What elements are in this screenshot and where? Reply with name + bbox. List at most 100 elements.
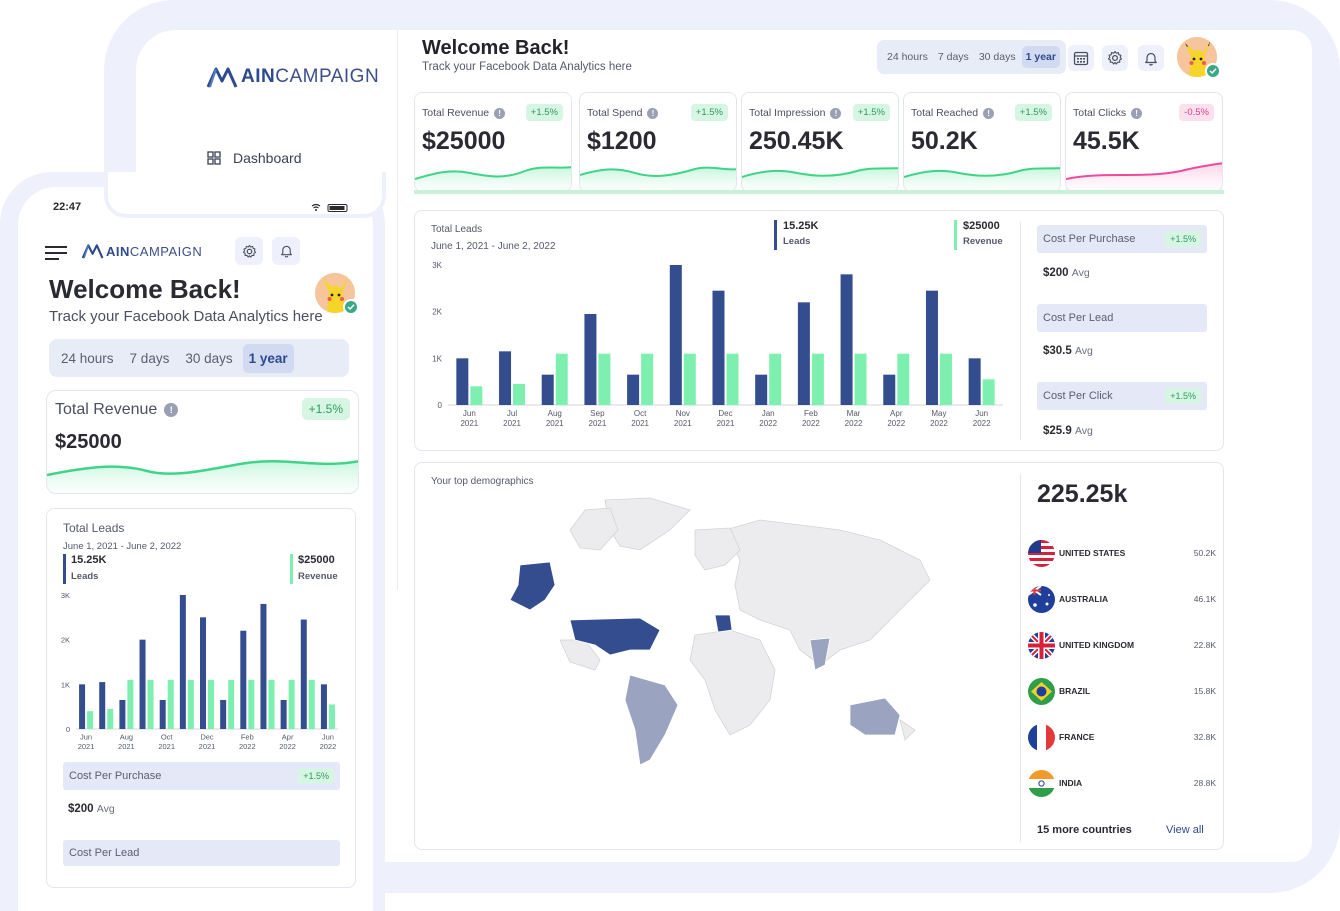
kpi-label: Total Clicks [1073, 107, 1127, 119]
settings-button[interactable] [1102, 45, 1128, 71]
sidebar-item-dashboard[interactable]: Dashboard [207, 150, 302, 166]
phone-user-avatar[interactable] [315, 273, 359, 315]
user-avatar[interactable] [1177, 37, 1221, 79]
metric-label: Cost Per Lead [1043, 312, 1114, 324]
country-row-india[interactable]: INDIA 28.8K [1028, 768, 1216, 798]
info-icon[interactable]: ! [494, 107, 506, 119]
phone-legend-revenue: $25000 Revenue [290, 554, 338, 584]
info-icon[interactable]: ! [1131, 107, 1143, 119]
x-tick-label: Jun [975, 409, 988, 418]
australia-shape [849, 697, 901, 736]
bar-leads [669, 265, 682, 405]
metric-value-cost-per-purchase: $200 Avg [1043, 267, 1090, 279]
world-map[interactable] [500, 490, 945, 765]
phone-settings-button[interactable] [235, 237, 263, 265]
hamburger-menu-icon[interactable] [45, 245, 67, 261]
metric-label: Cost Per Lead [69, 847, 140, 859]
bar-revenue [187, 679, 194, 729]
bar-leads [159, 699, 166, 729]
notifications-button[interactable] [1138, 45, 1164, 71]
sidebar-divider [397, 30, 398, 590]
kpi-card-total-revenue[interactable]: Total Revenue! +1.5% $25000 [414, 92, 572, 192]
phone-metric-cost-per-purchase[interactable]: Cost Per Purchase +1.5% [63, 762, 340, 790]
bar-leads [797, 302, 810, 405]
legend-label: Revenue [963, 236, 1003, 247]
demographics-title: Your top demographics [431, 476, 534, 487]
brand-text-light: CAMPAIGN [275, 66, 380, 87]
metric-cost-per-click[interactable]: Cost Per Click +1.5% [1037, 382, 1207, 410]
y-tick-label: 3K [432, 261, 442, 270]
range-1-year[interactable]: 1 year [1021, 46, 1060, 68]
kpi-card-total-clicks[interactable]: Total Clicks! -0.5% 45.5K [1065, 92, 1223, 192]
phone-notifications-button[interactable] [272, 237, 300, 265]
metric-label: Cost Per Purchase [1043, 233, 1136, 245]
calendar-button[interactable] [1068, 45, 1094, 71]
bar-leads [79, 684, 86, 729]
x-tick-label: Apr [890, 409, 903, 418]
country-row-united-kingdom[interactable]: UNITED KINGDOM 22.8K [1028, 630, 1216, 660]
kpi-label: Total Spend [587, 107, 643, 119]
info-icon[interactable]: ! [164, 403, 179, 417]
range-30-days[interactable]: 30 days [179, 344, 238, 373]
bar-leads [260, 603, 267, 729]
bar-leads [139, 639, 146, 729]
bar-revenue [328, 704, 335, 729]
france-shape [714, 614, 733, 633]
y-tick-label: 3K [61, 591, 70, 600]
bell-icon [280, 245, 292, 258]
range-1-year[interactable]: 1 year [242, 343, 294, 373]
bar-leads [179, 595, 186, 729]
info-icon[interactable]: ! [830, 107, 842, 119]
x-tick-label: Aug [120, 733, 133, 742]
kpi-sparkline [415, 166, 571, 191]
info-icon[interactable]: ! [983, 107, 995, 119]
bar-revenue [598, 353, 611, 405]
x-tick-label: 2021 [631, 419, 649, 428]
x-tick-label: Apr [282, 733, 294, 742]
bar-revenue [513, 384, 526, 405]
country-name: UNITED STATES [1059, 548, 1126, 558]
bar-revenue [982, 379, 995, 405]
bar-revenue [939, 353, 952, 405]
metric-badge: +1.5% [1165, 388, 1201, 404]
x-tick-label: 2022 [239, 742, 256, 751]
phone-metric-value: $200 Avg [68, 803, 115, 815]
info-icon[interactable]: ! [647, 107, 659, 119]
phone-revenue-card[interactable]: Total Revenue ! +1.5% $25000 [46, 390, 359, 494]
range-30-days[interactable]: 30 days [975, 46, 1020, 68]
range-7-days[interactable]: 7 days [124, 344, 176, 373]
brand-text-light: CAMPAIGN [129, 244, 203, 259]
phone-metric-cost-per-lead[interactable]: Cost Per Lead [63, 840, 340, 866]
fr-flag-icon [1028, 723, 1055, 751]
brand-m-icon [207, 67, 238, 88]
bar-revenue [726, 353, 739, 405]
x-tick-label: 2022 [930, 419, 948, 428]
bar-revenue [147, 679, 154, 729]
range-24-hours[interactable]: 24 hours [55, 344, 120, 373]
more-countries-text: 15 more countries [1037, 824, 1132, 836]
kpi-card-total-impression[interactable]: Total Impression! +1.5% 250.45K [741, 92, 899, 192]
country-row-australia[interactable]: AUSTRALIA 46.1K [1028, 584, 1216, 614]
country-row-brazil[interactable]: BRAZIL 15.8K [1028, 676, 1216, 706]
range-7-days[interactable]: 7 days [934, 46, 973, 68]
metric-cost-per-purchase[interactable]: Cost Per Purchase +1.5% [1037, 225, 1207, 253]
phone-brand-logo[interactable]: AIN CAMPAIGN [82, 243, 202, 259]
y-tick-label: 1K [61, 680, 70, 689]
kpi-card-total-spend[interactable]: Total Spend! +1.5% $1200 [579, 92, 737, 192]
gear-icon [1107, 50, 1123, 65]
demographics-total: 225.25k [1037, 480, 1128, 508]
country-row-united-states[interactable]: UNITED STATES 50.2K [1028, 538, 1216, 568]
bar-leads [456, 358, 469, 405]
brand-logo[interactable]: AIN CAMPAIGN [207, 66, 379, 88]
phone-time-range-selector: 24 hours 7 days 30 days 1 year [49, 339, 349, 377]
phone-page-title: Welcome Back! [49, 274, 241, 304]
y-tick-label: 2K [61, 636, 70, 645]
metric-cost-per-lead[interactable]: Cost Per Lead [1037, 304, 1207, 332]
kpi-label: Total Revenue [422, 107, 490, 119]
brand-text-bold: AIN [241, 66, 276, 87]
country-row-france[interactable]: FRANCE 32.8K [1028, 722, 1216, 752]
range-24-hours[interactable]: 24 hours [883, 46, 932, 68]
legend-swatch [63, 554, 66, 584]
kpi-card-total-reached[interactable]: Total Reached! +1.5% 50.2K [903, 92, 1061, 192]
view-all-link[interactable]: View all [1166, 824, 1204, 836]
